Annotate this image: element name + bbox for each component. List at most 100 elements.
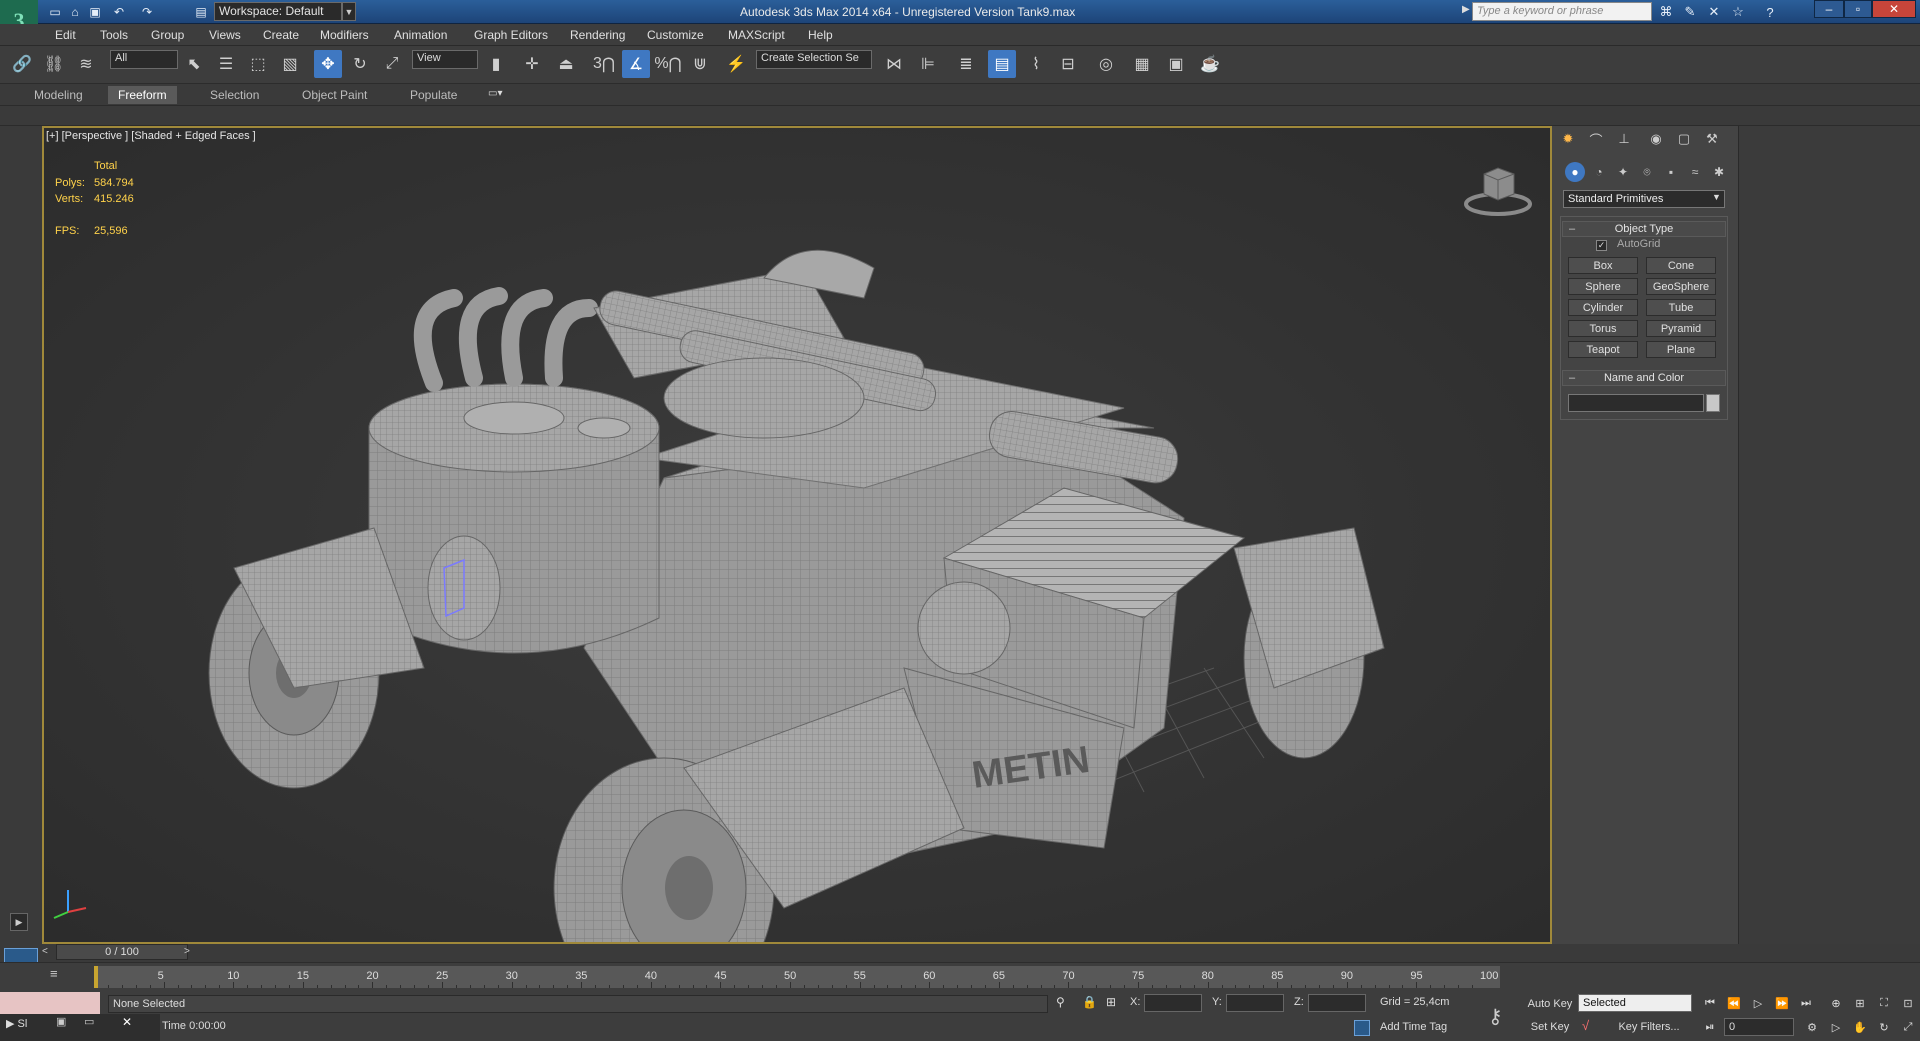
open-file-icon[interactable]: ⌂ (66, 3, 84, 21)
display-tab-icon[interactable]: ▢ (1672, 128, 1696, 150)
taskbar-item[interactable]: ▶ Sl (6, 1017, 46, 1030)
viewcube-icon[interactable] (1462, 160, 1534, 220)
tab-modeling[interactable]: Modeling (24, 86, 93, 104)
lock-icon[interactable]: 🔒 (1082, 995, 1097, 1009)
time-tag-icon[interactable] (1354, 1020, 1370, 1036)
close-icon[interactable]: ✕ (122, 1015, 132, 1029)
time-config-icon[interactable]: ⚙ (1802, 1018, 1822, 1036)
viewport-label[interactable]: [+] [Perspective ] [Shaded + Edged Faces… (46, 130, 256, 142)
maximize-button[interactable]: ▫ (1844, 0, 1872, 18)
time-cursor[interactable] (94, 966, 98, 988)
search-expand-icon[interactable]: ▶ (1462, 4, 1470, 15)
maximize-viewport-icon[interactable]: ⤢ (1898, 1018, 1918, 1036)
geometry-icon[interactable]: ● (1565, 162, 1585, 182)
time-slider-thumb[interactable]: 0 / 100 (56, 944, 188, 960)
key-filters-button[interactable]: Key Filters... (1606, 1018, 1692, 1036)
set-key-button[interactable]: Set Key (1524, 1018, 1576, 1036)
zoom-all-icon[interactable]: ⊞ (1850, 994, 1870, 1012)
go-to-start-icon[interactable]: ⏮ (1700, 994, 1720, 1012)
align-icon[interactable]: ⊫ (914, 50, 942, 78)
reference-coordinate-dropdown[interactable]: View (412, 50, 478, 69)
chevron-down-icon[interactable]: ▼ (1712, 192, 1721, 202)
time-next-icon[interactable]: > (184, 946, 190, 957)
select-object-icon[interactable]: ⬉ (180, 50, 208, 78)
maxscript-listener[interactable] (0, 992, 100, 1014)
menu-edit[interactable]: Edit (55, 24, 76, 46)
orbit-icon[interactable]: ↻ (1874, 1018, 1894, 1036)
y-coordinate-field[interactable] (1226, 994, 1284, 1012)
menu-graph-editors[interactable]: Graph Editors (474, 24, 548, 46)
tab-freeform[interactable]: Freeform (108, 86, 177, 104)
mirror-icon[interactable]: ⋈ (880, 50, 908, 78)
tab-object-paint[interactable]: Object Paint (292, 86, 377, 104)
percent-snap-icon[interactable]: % ⋂ (654, 50, 682, 78)
menu-help[interactable]: Help (808, 24, 833, 46)
key-mode-icon[interactable]: ⏯ (1700, 1018, 1720, 1036)
zoom-extents-all-icon[interactable]: ⊡ (1898, 994, 1918, 1012)
star-cross-icon[interactable]: ✕ (1704, 2, 1724, 22)
primitive-category-dropdown[interactable]: Standard Primitives (1563, 190, 1725, 208)
shapes-icon[interactable]: ◔ (1589, 162, 1609, 182)
minimize-button[interactable]: – (1814, 0, 1844, 18)
hierarchy-tab-icon[interactable]: ⊥ (1612, 128, 1636, 150)
layer-manager-icon[interactable]: ≣ (952, 50, 980, 78)
auto-key-button[interactable]: Auto Key (1524, 995, 1576, 1013)
menu-views[interactable]: Views (209, 24, 241, 46)
window-icon[interactable]: ▭ (84, 1015, 94, 1028)
key-icon[interactable]: ⚷ (1488, 1004, 1503, 1029)
absolute-mode-icon[interactable]: ⊞ (1106, 995, 1116, 1009)
tab-populate[interactable]: Populate (400, 86, 467, 104)
restore-icon[interactable]: ▣ (56, 1015, 66, 1028)
create-tab-icon[interactable]: ✹ (1556, 128, 1580, 150)
bind-space-warp-icon[interactable]: ≋ (72, 50, 100, 78)
select-manipulate-icon[interactable]: ✛ (518, 50, 546, 78)
play-arrow-icon[interactable]: ▶ (10, 913, 28, 931)
next-frame-icon[interactable]: ⏩ (1772, 994, 1792, 1012)
default-tangents-icon[interactable]: √ (1582, 1018, 1589, 1033)
cameras-icon[interactable]: ⌾ (1637, 162, 1657, 182)
graphite-toggle-icon[interactable]: ▤ (988, 50, 1016, 78)
menu-tools[interactable]: Tools (100, 24, 128, 46)
current-frame-field[interactable]: 0 (1724, 1018, 1794, 1036)
star-icon[interactable]: ☆ (1728, 2, 1748, 22)
pivot-center-icon[interactable]: ▮ (482, 50, 510, 78)
perspective-viewport[interactable]: METIN (42, 126, 1552, 944)
menu-maxscript[interactable]: MAXScript (728, 24, 785, 46)
chevron-down-icon[interactable]: ▼ (342, 2, 356, 21)
undo-icon[interactable]: ↶ (110, 3, 128, 21)
save-icon[interactable]: ▣ (86, 3, 104, 21)
select-rotate-icon[interactable]: ↻ (346, 50, 374, 78)
selection-region-icon[interactable]: ⬚ (244, 50, 272, 78)
motion-tab-icon[interactable]: ◉ (1644, 128, 1668, 150)
space-warps-icon[interactable]: ≈ (1685, 162, 1705, 182)
unlink-icon[interactable]: ⛓ (40, 50, 68, 78)
rendered-frame-icon[interactable]: ▣ (1162, 50, 1190, 78)
menu-customize[interactable]: Customize (647, 24, 704, 46)
window-crossing-icon[interactable]: ▧ (276, 50, 304, 78)
select-scale-icon[interactable]: ⤢ (378, 50, 406, 78)
redo-icon[interactable]: ↷ (138, 3, 156, 21)
z-coordinate-field[interactable] (1308, 994, 1366, 1012)
schematic-view-icon[interactable]: ⊟ (1054, 50, 1082, 78)
snaps-toggle-icon[interactable]: 3 ⋂ (590, 50, 618, 78)
curve-editor-icon[interactable]: ⌇ (1022, 50, 1050, 78)
go-to-end-icon[interactable]: ⏭ (1796, 994, 1816, 1012)
render-setup-icon[interactable]: ▦ (1128, 50, 1156, 78)
track-filter-icon[interactable]: ≡ (50, 966, 74, 988)
material-editor-icon[interactable]: ◎ (1092, 50, 1120, 78)
help-icon[interactable]: ? (1760, 2, 1780, 22)
tab-selection[interactable]: Selection (200, 86, 269, 104)
named-selection-dropdown[interactable]: Create Selection Se (756, 50, 872, 69)
spinner-snap-icon[interactable]: ⋓ (686, 50, 714, 78)
isolate-icon[interactable]: ⚲ (1056, 995, 1065, 1009)
angle-snap-icon[interactable]: ∡ (622, 50, 650, 78)
previous-frame-icon[interactable]: ⏪ (1724, 994, 1744, 1012)
menu-modifiers[interactable]: Modifiers (320, 24, 369, 46)
menu-create[interactable]: Create (263, 24, 299, 46)
menu-group[interactable]: Group (151, 24, 184, 46)
menu-animation[interactable]: Animation (394, 24, 447, 46)
select-move-icon[interactable]: ✥ (314, 50, 342, 78)
project-folder-icon[interactable]: ▤ (192, 3, 210, 21)
lights-icon[interactable]: ✦ (1613, 162, 1633, 182)
select-by-name-icon[interactable]: ☰ (212, 50, 240, 78)
